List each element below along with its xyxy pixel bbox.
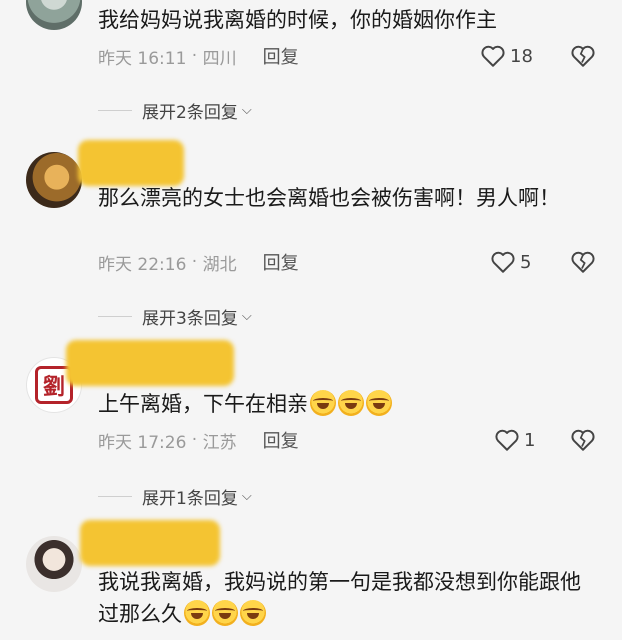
meta-separator: · [186,46,203,66]
laughing-crying-emoji [338,390,364,416]
avatar[interactable] [26,0,82,30]
comment-body: 我说我离婚，我妈说的第一句是我都没想到你能跟他过那么久 [98,570,581,626]
expand-label: 展开1条回复 [142,488,238,509]
broken-heart-icon[interactable] [570,250,596,274]
comment-text: 我给妈妈说我离婚的时候，你的婚姻你作主 [98,8,497,32]
comment-location: 湖北 [202,254,237,275]
comment-time: 昨天 22:16 [98,254,187,275]
comment-text: 上午离婚，下午在相亲 [98,388,598,420]
chevron-down-icon: ⌵ [241,102,252,118]
expand-replies-button[interactable]: 展开1条回复 ⌵ [98,484,252,509]
comment-text: 那么漂亮的女士也会离婚也会被伤害啊！男人啊！ [98,186,560,210]
username-redaction [80,520,220,566]
avatar[interactable] [26,536,82,592]
comment-meta: 昨天 16:11 · 四川 回复 [98,43,299,69]
comment-time: 昨天 17:26 [98,432,187,453]
chevron-down-icon: ⌵ [241,488,252,504]
avatar[interactable] [26,152,82,208]
broken-heart-icon[interactable] [570,44,596,68]
like-count: 5 [520,251,532,273]
comment-body: 上午离婚，下午在相亲 [98,392,308,416]
like-count: 1 [524,429,536,451]
comment-time: 昨天 16:11 [98,48,187,69]
username-redaction [66,340,234,386]
username-redaction [78,140,184,186]
expand-replies-button[interactable]: 展开2条回复 ⌵ [98,98,252,123]
reply-button[interactable]: 回复 [263,43,299,69]
comment-list: 我给妈妈说我离婚的时候，你的婚姻你作主 昨天 16:11 · 四川 回复 18 … [0,0,622,640]
like-button[interactable]: 18 [480,42,533,70]
reply-button[interactable]: 回复 [263,249,299,275]
like-button[interactable]: 1 [494,426,535,454]
laughing-crying-emoji [184,600,210,626]
reply-button[interactable]: 回复 [263,427,299,453]
expand-label: 展开2条回复 [142,102,238,123]
heart-outline-icon [481,45,505,67]
comment-meta: 昨天 22:16 · 湖北 回复 [98,249,299,275]
heart-outline-icon [491,251,515,273]
divider-line [98,495,132,497]
divider-line [98,109,132,111]
meta-separator: · [186,252,203,272]
like-button[interactable]: 5 [490,248,531,276]
comment-location: 四川 [202,48,237,69]
expand-replies-button[interactable]: 展开3条回复 ⌵ [98,304,252,329]
comment-text: 我说我离婚，我妈说的第一句是我都没想到你能跟他过那么久 [98,566,598,630]
divider-line [98,315,132,317]
broken-heart-icon[interactable] [570,428,596,452]
comment-meta: 昨天 17:26 · 江苏 回复 [98,427,299,453]
expand-label: 展开3条回复 [142,308,238,329]
meta-separator: · [186,430,203,450]
like-count: 18 [510,45,533,67]
chevron-down-icon: ⌵ [241,308,252,324]
laughing-crying-emoji [310,390,336,416]
comment-location: 江苏 [202,432,237,453]
laughing-crying-emoji [212,600,238,626]
laughing-crying-emoji [366,390,392,416]
laughing-crying-emoji [240,600,266,626]
heart-outline-icon [495,429,519,451]
